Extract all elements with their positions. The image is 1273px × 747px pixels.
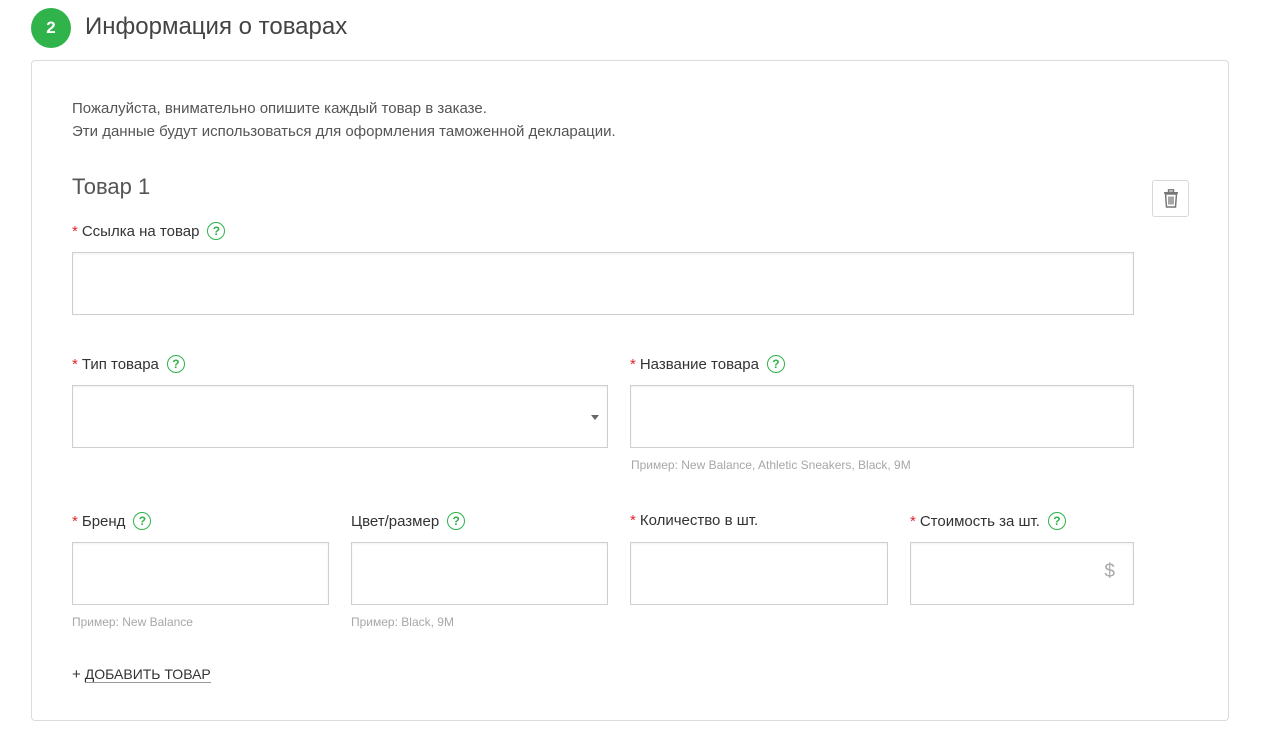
- color-size-label-text: Цвет/размер: [351, 512, 440, 530]
- price-input[interactable]: [911, 543, 1133, 604]
- chevron-down-icon: [591, 415, 599, 420]
- intro-line-2: Эти данные будут использоваться для офор…: [72, 123, 616, 140]
- required-mark: *: [72, 512, 78, 530]
- brand-label: * Бренд ?: [72, 512, 152, 530]
- name-field[interactable]: [630, 385, 1134, 448]
- name-input[interactable]: [631, 386, 1133, 447]
- required-mark: *: [630, 355, 636, 373]
- trash-icon: [1163, 189, 1178, 208]
- type-label: * Тип товара ?: [72, 355, 185, 373]
- intro-line-1: Пожалуйста, внимательно опишите каждый т…: [72, 100, 487, 117]
- help-icon[interactable]: ?: [1047, 512, 1066, 530]
- price-label: * Стоимость за шт. ?: [910, 512, 1066, 530]
- link-label: * Ссылка на товар ?: [72, 222, 226, 240]
- type-label-text: Тип товара: [81, 355, 159, 373]
- help-icon[interactable]: ?: [207, 222, 226, 240]
- help-icon[interactable]: ?: [133, 512, 152, 530]
- color-size-label: Цвет/размер ?: [351, 512, 466, 530]
- link-input[interactable]: [73, 253, 1133, 314]
- link-field[interactable]: [72, 252, 1134, 315]
- help-icon[interactable]: ?: [447, 512, 466, 530]
- brand-field[interactable]: [72, 542, 329, 605]
- add-item-label[interactable]: Добавить товар: [84, 666, 211, 683]
- add-item-button[interactable]: + Добавить товар: [72, 666, 211, 683]
- color-size-input[interactable]: [352, 543, 607, 604]
- brand-label-text: Бренд: [81, 512, 126, 530]
- quantity-field[interactable]: [630, 542, 888, 605]
- required-mark: *: [630, 512, 636, 529]
- name-label-text: Название товара: [639, 355, 759, 373]
- item-title: Товар 1: [72, 174, 151, 199]
- delete-item-button[interactable]: [1152, 180, 1189, 217]
- help-icon[interactable]: ?: [166, 355, 185, 373]
- required-mark: *: [910, 512, 916, 530]
- price-field[interactable]: $: [910, 542, 1134, 605]
- items-card: Пожалуйста, внимательно опишите каждый т…: [31, 60, 1229, 721]
- brand-hint: Пример: New Balance: [72, 615, 193, 629]
- section-title: Информация о товарах: [85, 13, 348, 40]
- help-icon[interactable]: ?: [766, 355, 785, 373]
- name-label: * Название товара ?: [630, 355, 785, 373]
- quantity-input[interactable]: [631, 543, 887, 604]
- required-mark: *: [72, 355, 78, 373]
- link-label-text: Ссылка на товар: [81, 222, 200, 240]
- quantity-label-text: Количество в шт.: [639, 512, 759, 529]
- name-hint: Пример: New Balance, Athletic Sneakers, …: [631, 458, 911, 472]
- brand-input[interactable]: [73, 543, 328, 604]
- required-mark: *: [72, 222, 78, 240]
- intro-text: Пожалуйста, внимательно опишите каждый т…: [72, 97, 616, 143]
- color-size-field[interactable]: [351, 542, 608, 605]
- plus-icon: +: [72, 666, 81, 683]
- color-size-hint: Пример: Black, 9M: [351, 615, 454, 629]
- quantity-label: * Количество в шт.: [630, 512, 758, 529]
- step-number-badge: 2: [31, 8, 71, 48]
- currency-symbol: $: [1104, 561, 1115, 582]
- type-select[interactable]: [72, 385, 608, 448]
- price-label-text: Стоимость за шт.: [919, 512, 1040, 530]
